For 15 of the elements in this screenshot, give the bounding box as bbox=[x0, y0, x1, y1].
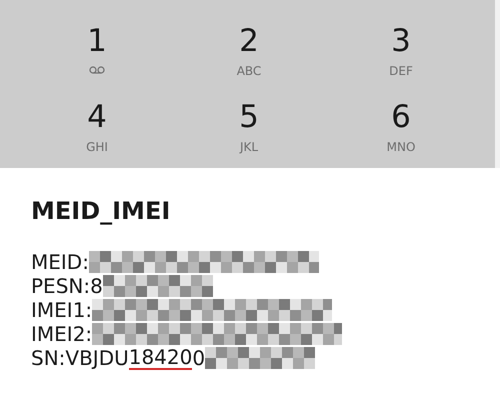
dial-key[interactable]: 6 MNO bbox=[325, 98, 477, 166]
info-label: PESN:8 bbox=[31, 274, 103, 298]
dial-key[interactable]: 3 DEF bbox=[325, 22, 477, 90]
dial-key[interactable]: 5 JKL bbox=[173, 98, 325, 166]
dial-key[interactable]: 4 GHI bbox=[21, 98, 173, 166]
info-label: MEID: bbox=[31, 250, 89, 274]
dialog-title: MEID_IMEI bbox=[31, 196, 172, 226]
info-label: SN:VBJDU bbox=[31, 346, 129, 370]
info-label: IMEI2: bbox=[31, 322, 92, 346]
underlined-text: 18420 bbox=[128, 346, 192, 370]
info-text: 0 bbox=[192, 346, 206, 370]
info-label: IMEI1: bbox=[31, 298, 92, 322]
dial-key[interactable]: 1 bbox=[21, 22, 173, 90]
dial-key[interactable]: 2 ABC bbox=[173, 22, 325, 90]
voicemail-icon bbox=[89, 66, 105, 74]
